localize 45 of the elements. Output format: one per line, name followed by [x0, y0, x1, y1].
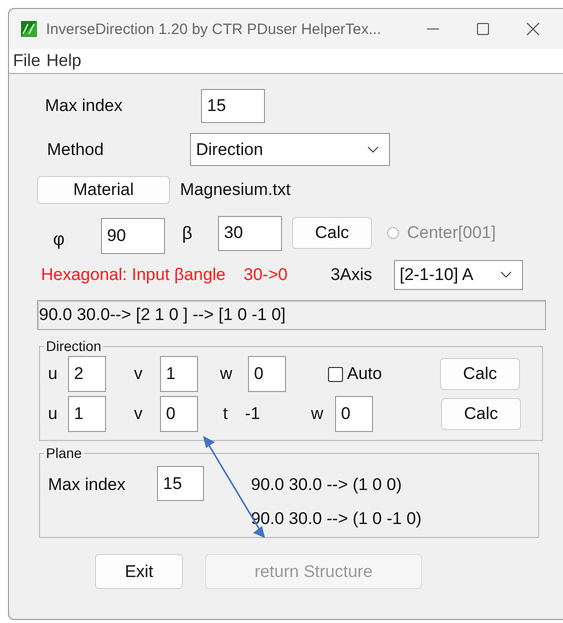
max-index-label: Max index	[45, 96, 124, 116]
material-file-name: Magnesium.txt	[180, 180, 291, 200]
chevron-icon	[367, 146, 379, 154]
plane-result: 90.0 30.0 --> (1 0 0)	[251, 475, 403, 495]
method-label: Method	[47, 140, 105, 160]
index-field[interactable]: 1	[68, 396, 106, 432]
index-field[interactable]: 0	[248, 356, 286, 392]
app-icon	[20, 20, 38, 38]
angle-field[interactable]: 30	[218, 216, 282, 250]
calc-button[interactable]: Calc	[440, 358, 520, 390]
index-label: u	[48, 404, 58, 424]
max-index-field[interactable]: 15	[157, 466, 204, 501]
index-label: v	[134, 404, 144, 424]
index-value: -1	[245, 404, 262, 424]
angle-label: φ	[53, 228, 66, 250]
window-title: InverseDirection 1.20 by CTR PDuser HelperTex...	[46, 20, 382, 38]
index-label: u	[48, 364, 58, 384]
max-index-label: Max index	[48, 475, 126, 495]
calc-button[interactable]: Calc	[292, 217, 372, 249]
dialog-button[interactable]: Exit	[95, 554, 183, 589]
result-display: 90.0 30.0--> [2 1 0 ] --> [1 0 -1 0]	[37, 300, 546, 330]
index-field[interactable]: 2	[68, 356, 106, 392]
warning-text: Hexagonal: Input βangle	[41, 265, 226, 285]
method-dropdown[interactable]: Direction	[190, 133, 390, 166]
index-field[interactable]: 1	[160, 356, 198, 392]
max-index-field[interactable]: 15	[201, 89, 265, 123]
group-title: Direction	[45, 338, 102, 354]
index-field[interactable]: 0	[160, 396, 198, 432]
index-label: w	[220, 364, 234, 384]
auto-checkbox[interactable]: Auto	[328, 364, 382, 384]
angle-field[interactable]: 90	[101, 218, 165, 254]
index-field[interactable]: 0	[335, 396, 373, 432]
menu-item[interactable]: Help	[46, 51, 82, 71]
axis-dropdown[interactable]: [2-1-10] A	[394, 260, 523, 290]
index-label: t	[223, 404, 229, 424]
index-label: w	[311, 404, 324, 424]
group-title: Plane	[45, 445, 83, 461]
warning-text: 30->0	[244, 265, 288, 285]
calc-button[interactable]: Calc	[441, 398, 521, 430]
chevron-icon	[500, 271, 512, 279]
axis-label: 3Axis	[330, 265, 374, 285]
material-button[interactable]: Material	[37, 176, 170, 204]
index-label: v	[134, 364, 144, 384]
angle-label: β	[182, 222, 194, 244]
menu-item[interactable]: File	[13, 51, 40, 71]
